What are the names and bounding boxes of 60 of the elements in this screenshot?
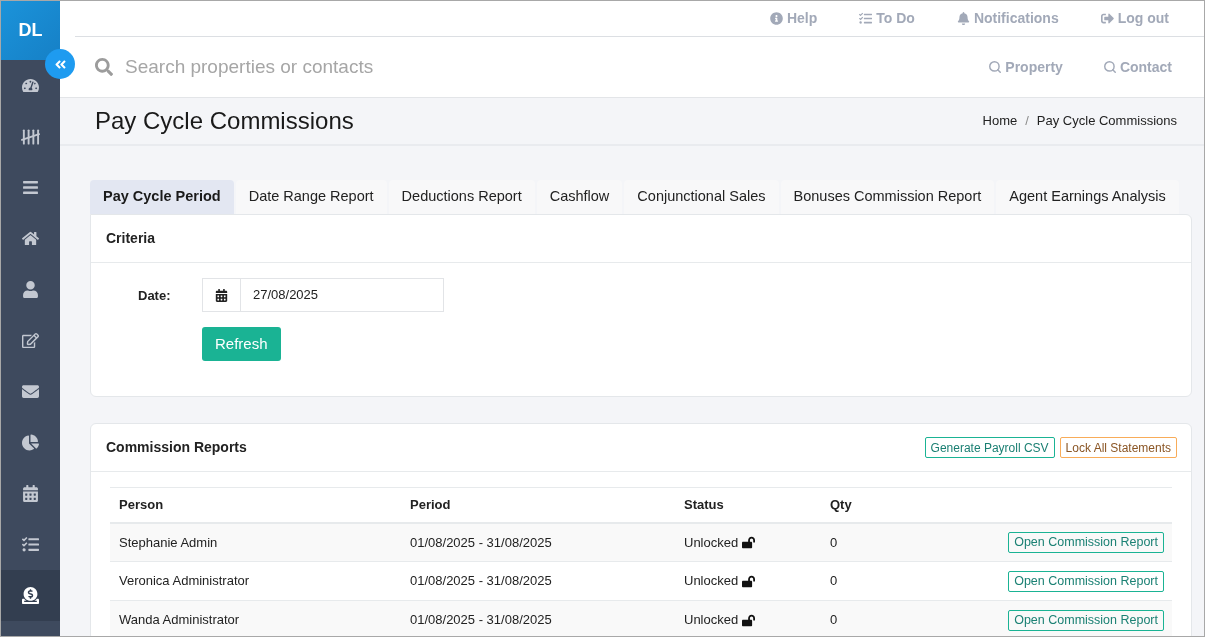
- open-report-button[interactable]: Open Commission Report: [1008, 570, 1164, 592]
- table-cell: 01/08/2025 - 31/08/2025: [410, 612, 552, 628]
- column-header: Status: [684, 497, 724, 512]
- column-header: Person: [119, 497, 164, 512]
- search-icon: [95, 58, 113, 76]
- gauge-icon: [22, 77, 39, 94]
- checklist-icon: [859, 12, 873, 25]
- table-cell: Veronica Administrator: [119, 573, 250, 589]
- tab[interactable]: Cashflow: [536, 180, 623, 214]
- status-text: Unlocked: [684, 572, 739, 591]
- table-cell: Stephanie Admin: [119, 534, 218, 550]
- checklist-icon: [22, 536, 39, 553]
- status-text: Unlocked: [684, 533, 739, 552]
- table-cell: 0: [830, 573, 838, 589]
- outline-button[interactable]: Lock All Statements: [1059, 437, 1177, 458]
- tab[interactable]: Pay Cycle Period: [90, 180, 234, 214]
- edit-icon: [22, 332, 39, 349]
- tally-icon: [21, 128, 40, 145]
- search-field[interactable]: Search properties or contacts: [125, 52, 545, 82]
- list-icon: [22, 179, 39, 196]
- logout-icon: [1100, 12, 1114, 25]
- bell-icon: [956, 12, 970, 25]
- panel-title: Criteria: [106, 229, 156, 248]
- table-cell: 01/08/2025 - 31/08/2025: [410, 573, 552, 589]
- tab[interactable]: Deductions Report: [388, 180, 535, 214]
- outline-button[interactable]: Generate Payroll CSV: [924, 437, 1055, 458]
- calendar-icon: [215, 288, 228, 302]
- calendar-icon: [22, 485, 39, 502]
- tab[interactable]: Date Range Report: [235, 180, 387, 214]
- page-title: Pay Cycle Commissions: [95, 106, 354, 136]
- envelope-icon: [22, 383, 39, 400]
- breadcrumb-link[interactable]: Home: [982, 111, 1018, 131]
- table-cell: 0: [830, 612, 838, 628]
- column-header: Period: [410, 497, 451, 512]
- breadcrumb-current: Pay Cycle Commissions: [1036, 112, 1177, 131]
- app-logo: DL: [1, 1, 60, 60]
- tab[interactable]: Conjunctional Sales: [624, 180, 779, 214]
- search-icon: [988, 60, 1003, 74]
- double-chevron-left-icon: [53, 57, 67, 71]
- tab[interactable]: Agent Earnings Analysis: [996, 180, 1179, 214]
- open-report-button[interactable]: Open Commission Report: [1008, 531, 1164, 553]
- info-icon: [769, 12, 783, 25]
- panel-title: Commission Reports: [106, 438, 247, 457]
- sidebar-nav-item[interactable]: [1, 570, 60, 621]
- coin-hand-icon: [22, 587, 39, 604]
- field-label: Date:: [138, 288, 171, 303]
- table-cell: Wanda Administrator: [119, 612, 240, 628]
- table-cell: 0: [830, 534, 838, 550]
- date-field[interactable]: 27/08/2025: [202, 278, 444, 312]
- refresh-button[interactable]: Refresh: [202, 327, 281, 361]
- status-text: Unlocked: [684, 611, 739, 630]
- open-report-button[interactable]: Open Commission Report: [1008, 609, 1164, 631]
- table-cell: 01/08/2025 - 31/08/2025: [410, 534, 552, 550]
- search-icon: [1102, 60, 1117, 74]
- breadcrumb-separator: /: [1025, 112, 1029, 131]
- pie-chart-icon: [22, 434, 39, 451]
- user-icon: [22, 281, 39, 298]
- column-header: Qty: [830, 497, 852, 512]
- home-icon: [22, 230, 39, 247]
- tab[interactable]: Bonuses Commission Report: [780, 180, 995, 214]
